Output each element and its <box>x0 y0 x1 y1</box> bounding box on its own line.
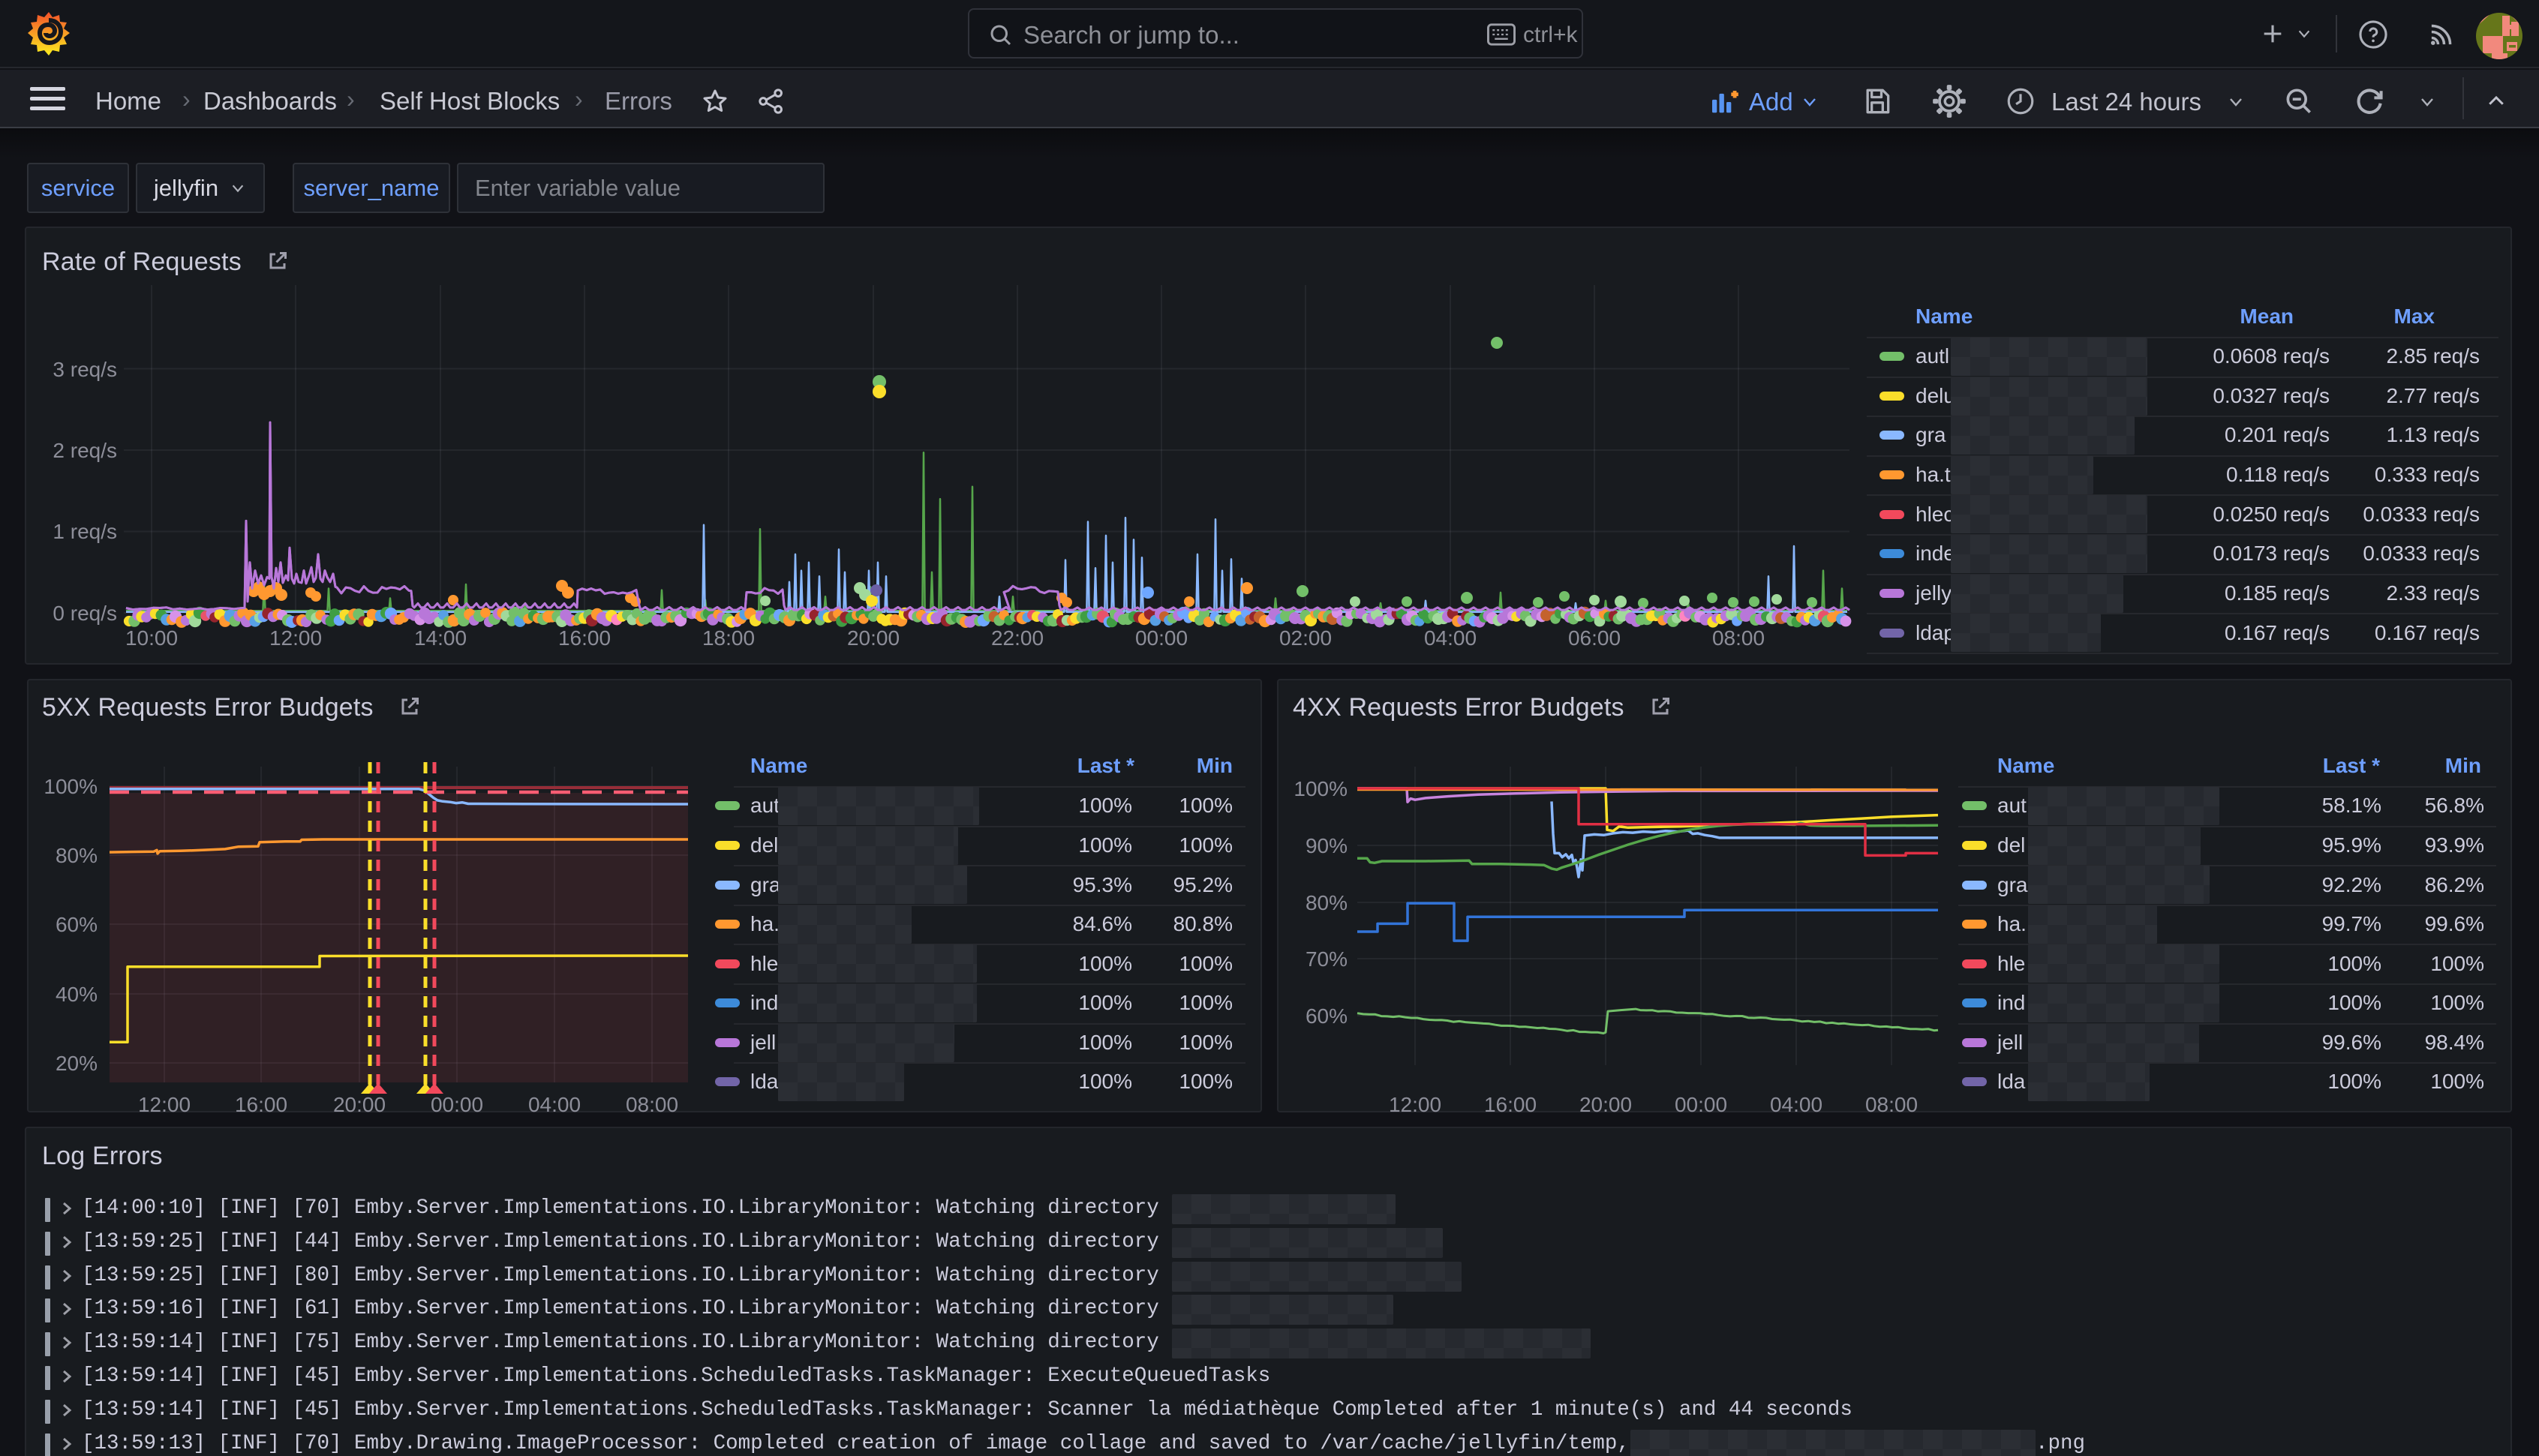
svg-text:00:00: 00:00 <box>1135 626 1188 650</box>
svg-text:10:00: 10:00 <box>125 626 178 650</box>
svg-text:3 req/s: 3 req/s <box>53 358 117 381</box>
svg-text:08:00: 08:00 <box>1712 626 1765 650</box>
svg-text:16:00: 16:00 <box>1484 1093 1537 1116</box>
svg-text:70%: 70% <box>1306 947 1348 971</box>
svg-text:80%: 80% <box>56 844 98 867</box>
svg-text:12:00: 12:00 <box>138 1093 191 1116</box>
svg-text:16:00: 16:00 <box>558 626 611 650</box>
svg-text:22:00: 22:00 <box>991 626 1044 650</box>
svg-text:12:00: 12:00 <box>1389 1093 1441 1116</box>
svg-text:1 req/s: 1 req/s <box>53 520 117 543</box>
svg-text:40%: 40% <box>56 983 98 1006</box>
svg-text:20:00: 20:00 <box>847 626 900 650</box>
svg-text:20:00: 20:00 <box>1579 1093 1632 1116</box>
svg-text:2 req/s: 2 req/s <box>53 439 117 462</box>
svg-text:04:00: 04:00 <box>1770 1093 1822 1116</box>
svg-text:04:00: 04:00 <box>528 1093 581 1116</box>
svg-text:16:00: 16:00 <box>235 1093 287 1116</box>
svg-text:14:00: 14:00 <box>414 626 467 650</box>
svg-text:00:00: 00:00 <box>1675 1093 1727 1116</box>
svg-text:04:00: 04:00 <box>1424 626 1477 650</box>
svg-text:90%: 90% <box>1306 834 1348 857</box>
svg-text:06:00: 06:00 <box>1568 626 1621 650</box>
svg-text:80%: 80% <box>1306 891 1348 914</box>
svg-text:20:00: 20:00 <box>333 1093 386 1116</box>
svg-text:12:00: 12:00 <box>269 626 322 650</box>
svg-text:60%: 60% <box>56 913 98 936</box>
svg-text:08:00: 08:00 <box>626 1093 678 1116</box>
svg-text:18:00: 18:00 <box>702 626 755 650</box>
svg-text:20%: 20% <box>56 1052 98 1075</box>
svg-text:02:00: 02:00 <box>1279 626 1332 650</box>
svg-text:00:00: 00:00 <box>431 1093 483 1116</box>
svg-text:60%: 60% <box>1306 1004 1348 1028</box>
svg-text:100%: 100% <box>1294 777 1348 800</box>
svg-text:100%: 100% <box>44 775 98 798</box>
svg-text:08:00: 08:00 <box>1865 1093 1918 1116</box>
svg-text:0 req/s: 0 req/s <box>53 602 117 625</box>
